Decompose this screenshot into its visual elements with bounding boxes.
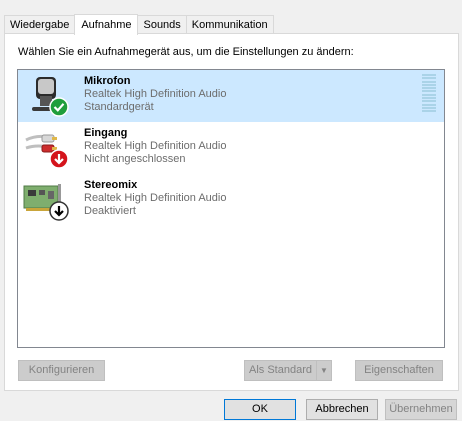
- tab-recording[interactable]: Aufnahme: [74, 14, 139, 35]
- device-item-microphone[interactable]: Mikrofon Realtek High Definition Audio S…: [18, 70, 444, 122]
- device-driver: Realtek High Definition Audio: [84, 140, 227, 152]
- device-text: Mikrofon Realtek High Definition Audio S…: [84, 75, 226, 114]
- tab-playback[interactable]: Wiedergabe: [4, 15, 76, 34]
- device-driver: Realtek High Definition Audio: [84, 192, 227, 204]
- device-status: Standardgerät: [84, 101, 154, 113]
- sound-dialog: Wiedergabe Aufnahme Sounds Kommunikation…: [0, 0, 462, 421]
- device-item-stereo-mix[interactable]: Stereomix Realtek High Definition Audio …: [18, 174, 444, 226]
- sound-card-icon: [22, 178, 70, 222]
- configure-button[interactable]: Konfigurieren: [18, 360, 105, 381]
- chevron-down-icon[interactable]: ▼: [316, 361, 331, 380]
- set-default-button[interactable]: Als Standard ▼: [244, 360, 332, 381]
- microphone-icon: [22, 74, 70, 118]
- tab-bar: Wiedergabe Aufnahme Sounds Kommunikation: [4, 14, 274, 35]
- device-list[interactable]: Mikrofon Realtek High Definition Audio S…: [17, 69, 445, 348]
- device-text: Stereomix Realtek High Definition Audio …: [84, 179, 226, 218]
- ok-button[interactable]: OK: [224, 399, 296, 420]
- properties-button[interactable]: Eigenschaften: [355, 360, 443, 381]
- cancel-button[interactable]: Abbrechen: [306, 399, 378, 420]
- set-default-label: Als Standard: [249, 364, 312, 376]
- tab-communication[interactable]: Kommunikation: [185, 15, 274, 34]
- device-status: Nicht angeschlossen: [84, 153, 186, 165]
- apply-button[interactable]: Übernehmen: [385, 399, 457, 420]
- rca-cable-icon: [22, 126, 70, 170]
- device-name: Mikrofon: [84, 75, 131, 87]
- device-text: Eingang Realtek High Definition Audio Ni…: [84, 127, 226, 166]
- device-name: Stereomix: [84, 179, 138, 191]
- device-name: Eingang: [84, 127, 128, 139]
- device-item-line-in[interactable]: Eingang Realtek High Definition Audio Ni…: [18, 122, 444, 174]
- level-meter: [422, 74, 436, 114]
- tab-panel: Wählen Sie ein Aufnahmegerät aus, um die…: [4, 33, 459, 391]
- device-driver: Realtek High Definition Audio: [84, 88, 227, 100]
- device-status: Deaktiviert: [84, 205, 136, 217]
- tab-sounds[interactable]: Sounds: [137, 15, 187, 34]
- instruction-text: Wählen Sie ein Aufnahmegerät aus, um die…: [18, 46, 354, 58]
